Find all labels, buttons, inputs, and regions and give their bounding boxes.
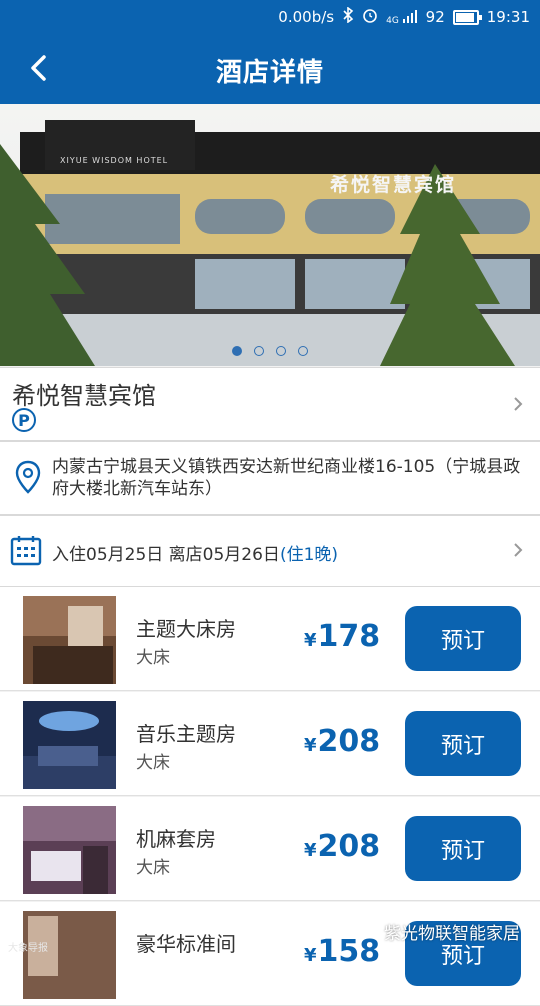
clock: 19:31 xyxy=(486,8,530,26)
price-value: 178 xyxy=(317,619,381,654)
address-row[interactable]: 内蒙古宁城县天义镇铁西安达新世纪商业楼16-105（宁城县政府大楼北新汽车站东） xyxy=(0,441,540,515)
room-name: 机麻套房 xyxy=(136,827,216,851)
alarm-icon xyxy=(362,7,378,27)
currency-symbol: ¥ xyxy=(304,945,317,966)
hotel-name: 希悦智慧宾馆 xyxy=(12,382,156,410)
room-item[interactable]: 音乐主题房 大床 ¥208 预订 xyxy=(0,692,540,796)
hotel-sign-english: XIYUE WISDOM HOTEL xyxy=(60,156,169,165)
room-name: 音乐主题房 xyxy=(136,722,236,746)
bed-type: 大床 xyxy=(136,753,170,773)
location-pin-icon xyxy=(15,460,41,494)
room-name: 主题大床房 xyxy=(136,617,236,641)
room-photo xyxy=(23,911,116,999)
book-button[interactable]: 预订 xyxy=(405,606,521,671)
battery-level: 92 xyxy=(425,8,445,26)
bed-type: 大床 xyxy=(136,648,170,668)
page-title: 酒店详情 xyxy=(215,58,324,88)
room-price: ¥158 xyxy=(304,934,380,969)
room-photo xyxy=(23,701,116,789)
room-price: ¥208 xyxy=(304,829,380,864)
chevron-right-icon xyxy=(514,543,523,557)
room-price: ¥208 xyxy=(304,724,380,759)
currency-symbol: ¥ xyxy=(304,840,317,861)
room-item[interactable]: 豪华标准间 ¥158 预订 xyxy=(0,902,540,1006)
hotel-photo xyxy=(0,104,540,366)
room-name: 豪华标准间 xyxy=(136,932,236,956)
signal-icon: 4G xyxy=(386,9,418,26)
hotel-sign-chinese: 希悦智慧宾馆 xyxy=(330,174,457,196)
check-in-out-dates: 入住05月25日 离店05月26日 xyxy=(52,545,280,565)
hotel-info-row[interactable]: 希悦智慧宾馆 P xyxy=(0,367,540,441)
watermark: 紫光物联智能家居 xyxy=(384,924,520,944)
carousel-dot[interactable] xyxy=(298,346,308,356)
carousel-dot[interactable] xyxy=(254,346,264,356)
bed-type: 大床 xyxy=(136,858,170,878)
calendar-icon xyxy=(10,536,42,566)
status-bar: 0.00b/s 4G 92 19:31 xyxy=(0,0,540,32)
room-item[interactable]: 主题大床房 大床 ¥178 预订 xyxy=(0,587,540,691)
price-value: 158 xyxy=(317,934,381,969)
currency-symbol: ¥ xyxy=(304,735,317,756)
carousel-indicator xyxy=(0,346,540,356)
parking-icon: P xyxy=(12,408,36,432)
chevron-right-icon xyxy=(514,397,523,411)
app-header: 酒店详情 xyxy=(0,32,540,104)
price-value: 208 xyxy=(317,724,381,759)
network-speed: 0.00b/s xyxy=(278,8,335,26)
room-photo xyxy=(23,596,116,684)
stay-dates-row[interactable]: 入住05月25日 离店05月26日(住1晚) xyxy=(0,515,540,587)
bluetooth-icon xyxy=(342,6,354,27)
carousel-dot[interactable] xyxy=(232,346,242,356)
battery-icon xyxy=(452,9,482,25)
room-item[interactable]: 机麻套房 大床 ¥208 预订 xyxy=(0,797,540,901)
currency-symbol: ¥ xyxy=(304,630,317,651)
corner-watermark: 大象导报 xyxy=(8,943,48,954)
price-value: 208 xyxy=(317,829,381,864)
nights-count: (住1晚) xyxy=(279,545,339,565)
room-photo xyxy=(23,806,116,894)
carousel-dot[interactable] xyxy=(276,346,286,356)
hotel-photo-carousel[interactable]: XIYUE WISDOM HOTEL 希悦智慧宾馆 xyxy=(0,104,540,366)
room-price: ¥178 xyxy=(304,619,380,654)
book-button[interactable]: 预订 xyxy=(405,711,521,776)
network-type: 4G xyxy=(386,15,399,26)
book-button[interactable]: 预订 xyxy=(405,816,521,881)
stay-dates: 入住05月25日 离店05月26日(住1晚) xyxy=(52,540,338,565)
hotel-address: 内蒙古宁城县天义镇铁西安达新世纪商业楼16-105（宁城县政府大楼北新汽车站东） xyxy=(52,457,521,499)
